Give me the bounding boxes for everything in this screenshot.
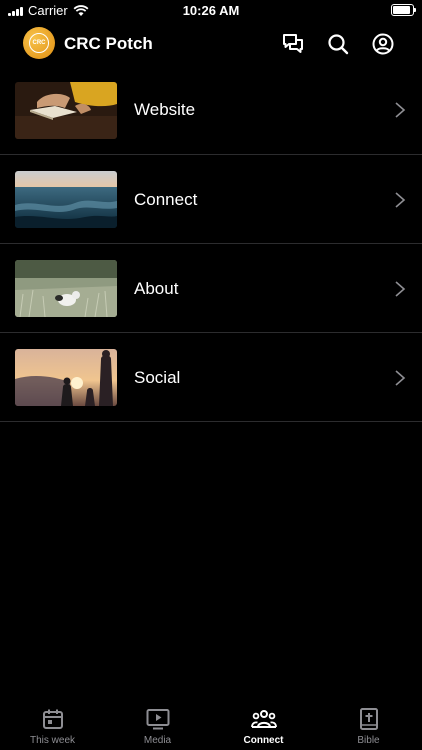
chat-bubbles-icon[interactable] <box>280 31 306 57</box>
list-item-label: Connect <box>134 190 198 209</box>
chevron-right-icon <box>395 370 406 386</box>
battery-level <box>393 6 411 14</box>
list-item-about[interactable]: About <box>0 244 422 333</box>
status-bar: Carrier 10:26 AM <box>0 0 422 22</box>
chevron-right-icon <box>395 281 406 297</box>
chevron-right-icon <box>395 102 406 118</box>
app-title: CRC Potch <box>64 34 153 53</box>
search-icon[interactable] <box>325 31 351 57</box>
tab-media[interactable]: Media <box>105 700 210 750</box>
list-item-social[interactable]: Social <box>0 333 422 422</box>
tab-label: Bible <box>357 735 380 746</box>
tab-label: Connect <box>243 735 284 746</box>
tab-this-week[interactable]: This week <box>0 700 105 750</box>
chevron-right-icon <box>395 192 406 208</box>
friends-at-sunset-photo <box>15 349 117 406</box>
play-screen-icon <box>146 709 169 730</box>
app-header: CRC CRC Potch <box>0 24 422 64</box>
connect-list: Website Connect About Social <box>0 64 422 422</box>
battery-icon <box>391 4 416 16</box>
list-item-label: Social <box>134 368 181 387</box>
people-group-icon <box>250 710 277 728</box>
tab-bar: This week Media Connect Bible <box>0 700 422 750</box>
app-logo[interactable]: CRC <box>23 27 55 59</box>
list-item-website[interactable]: Website <box>0 64 422 155</box>
status-time: 10:26 AM <box>182 3 240 18</box>
calendar-icon <box>42 709 63 729</box>
list-item-connect[interactable]: Connect <box>0 155 422 244</box>
list-item-label: Website <box>134 100 196 119</box>
tab-label: Media <box>143 735 172 746</box>
bible-book-icon <box>359 708 378 730</box>
dog-in-field-photo <box>15 260 117 317</box>
ocean-wave-photo <box>15 171 117 228</box>
profile-icon[interactable] <box>370 31 396 57</box>
tab-connect[interactable]: Connect <box>211 700 316 750</box>
tab-bible[interactable]: Bible <box>316 700 421 750</box>
tab-label: This week <box>29 735 75 746</box>
list-item-label: About <box>134 279 179 298</box>
logo-text: CRC <box>29 33 49 53</box>
person-reading-book-photo <box>15 82 117 139</box>
